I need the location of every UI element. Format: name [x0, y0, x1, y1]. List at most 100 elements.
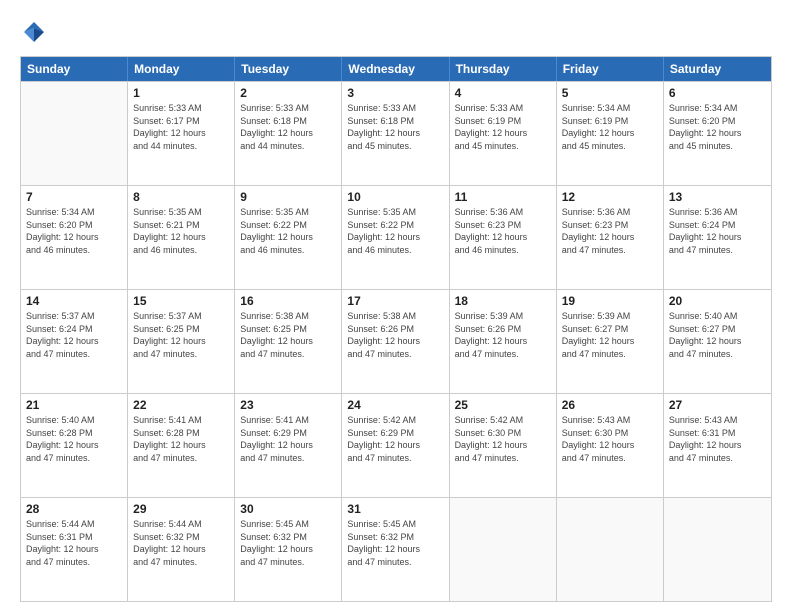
- day-number: 11: [455, 190, 551, 204]
- day-info: Sunrise: 5:43 AM Sunset: 6:30 PM Dayligh…: [562, 414, 658, 464]
- day-number: 21: [26, 398, 122, 412]
- day-number: 16: [240, 294, 336, 308]
- day-number: 27: [669, 398, 766, 412]
- day-number: 4: [455, 86, 551, 100]
- day-info: Sunrise: 5:40 AM Sunset: 6:28 PM Dayligh…: [26, 414, 122, 464]
- calendar-cell-0-5: 5 Sunrise: 5:34 AM Sunset: 6:19 PM Daylig…: [557, 82, 664, 185]
- calendar-cell-3-1: 22 Sunrise: 5:41 AM Sunset: 6:28 PM Dayli…: [128, 394, 235, 497]
- day-number: 9: [240, 190, 336, 204]
- calendar-cell-3-2: 23Sunrise: 5:41 AM Sunset: 6:29 PM Dayli…: [235, 394, 342, 497]
- calendar: SundayMondayTuesdayWednesdayThursdayFrid…: [20, 56, 772, 602]
- calendar-body: 1 Sunrise: 5:33 AM Sunset: 6:17 PM Daylig…: [21, 81, 771, 601]
- day-number: 22: [133, 398, 229, 412]
- calendar-cell-2-3: 17Sunrise: 5:38 AM Sunset: 6:26 PM Dayli…: [342, 290, 449, 393]
- calendar-cell-4-4: [450, 498, 557, 601]
- day-info: Sunrise: 5:37 AM Sunset: 6:25 PM Dayligh…: [133, 310, 229, 360]
- page: SundayMondayTuesdayWednesdayThursdayFrid…: [0, 0, 792, 612]
- day-info: Sunrise: 5:34 AM Sunset: 6:20 PM Dayligh…: [669, 102, 766, 152]
- day-number: 18: [455, 294, 551, 308]
- day-info: Sunrise: 5:40 AM Sunset: 6:27 PM Dayligh…: [669, 310, 766, 360]
- logo-icon: [20, 18, 48, 46]
- day-info: Sunrise: 5:34 AM Sunset: 6:20 PM Dayligh…: [26, 206, 122, 256]
- day-number: 2: [240, 86, 336, 100]
- day-number: 6: [669, 86, 766, 100]
- day-number: 25: [455, 398, 551, 412]
- calendar-row-4: 28 Sunrise: 5:44 AM Sunset: 6:31 PM Dayli…: [21, 497, 771, 601]
- day-info: Sunrise: 5:44 AM Sunset: 6:31 PM Dayligh…: [26, 518, 122, 568]
- header-day-thursday: Thursday: [450, 57, 557, 81]
- calendar-cell-1-4: 11 Sunrise: 5:36 AM Sunset: 6:23 PM Dayli…: [450, 186, 557, 289]
- day-number: 5: [562, 86, 658, 100]
- day-number: 8: [133, 190, 229, 204]
- header-day-tuesday: Tuesday: [235, 57, 342, 81]
- day-number: 14: [26, 294, 122, 308]
- day-info: Sunrise: 5:45 AM Sunset: 6:32 PM Dayligh…: [347, 518, 443, 568]
- day-number: 30: [240, 502, 336, 516]
- day-info: Sunrise: 5:44 AM Sunset: 6:32 PM Dayligh…: [133, 518, 229, 568]
- calendar-cell-1-6: 13 Sunrise: 5:36 AM Sunset: 6:24 PM Dayli…: [664, 186, 771, 289]
- logo: [20, 18, 52, 46]
- calendar-cell-4-3: 31 Sunrise: 5:45 AM Sunset: 6:32 PM Dayli…: [342, 498, 449, 601]
- day-info: Sunrise: 5:39 AM Sunset: 6:27 PM Dayligh…: [562, 310, 658, 360]
- calendar-cell-1-5: 12Sunrise: 5:36 AM Sunset: 6:23 PM Dayli…: [557, 186, 664, 289]
- day-number: 3: [347, 86, 443, 100]
- day-number: 19: [562, 294, 658, 308]
- calendar-cell-1-1: 8 Sunrise: 5:35 AM Sunset: 6:21 PM Daylig…: [128, 186, 235, 289]
- day-info: Sunrise: 5:36 AM Sunset: 6:23 PM Dayligh…: [455, 206, 551, 256]
- calendar-cell-1-0: 7 Sunrise: 5:34 AM Sunset: 6:20 PM Daylig…: [21, 186, 128, 289]
- day-number: 15: [133, 294, 229, 308]
- calendar-cell-3-5: 26 Sunrise: 5:43 AM Sunset: 6:30 PM Dayli…: [557, 394, 664, 497]
- calendar-cell-1-3: 10Sunrise: 5:35 AM Sunset: 6:22 PM Dayli…: [342, 186, 449, 289]
- calendar-cell-0-3: 3 Sunrise: 5:33 AM Sunset: 6:18 PM Daylig…: [342, 82, 449, 185]
- day-info: Sunrise: 5:34 AM Sunset: 6:19 PM Dayligh…: [562, 102, 658, 152]
- calendar-cell-2-5: 19 Sunrise: 5:39 AM Sunset: 6:27 PM Dayli…: [557, 290, 664, 393]
- day-number: 13: [669, 190, 766, 204]
- day-info: Sunrise: 5:33 AM Sunset: 6:19 PM Dayligh…: [455, 102, 551, 152]
- day-info: Sunrise: 5:37 AM Sunset: 6:24 PM Dayligh…: [26, 310, 122, 360]
- day-info: Sunrise: 5:33 AM Sunset: 6:17 PM Dayligh…: [133, 102, 229, 152]
- calendar-cell-0-1: 1 Sunrise: 5:33 AM Sunset: 6:17 PM Daylig…: [128, 82, 235, 185]
- calendar-cell-4-6: [664, 498, 771, 601]
- header-day-monday: Monday: [128, 57, 235, 81]
- calendar-cell-2-2: 16Sunrise: 5:38 AM Sunset: 6:25 PM Dayli…: [235, 290, 342, 393]
- day-info: Sunrise: 5:39 AM Sunset: 6:26 PM Dayligh…: [455, 310, 551, 360]
- day-number: 31: [347, 502, 443, 516]
- header-day-saturday: Saturday: [664, 57, 771, 81]
- calendar-cell-4-2: 30 Sunrise: 5:45 AM Sunset: 6:32 PM Dayli…: [235, 498, 342, 601]
- day-info: Sunrise: 5:33 AM Sunset: 6:18 PM Dayligh…: [240, 102, 336, 152]
- day-number: 10: [347, 190, 443, 204]
- day-number: 24: [347, 398, 443, 412]
- calendar-cell-0-0: [21, 82, 128, 185]
- calendar-cell-3-6: 27Sunrise: 5:43 AM Sunset: 6:31 PM Dayli…: [664, 394, 771, 497]
- day-number: 23: [240, 398, 336, 412]
- day-number: 7: [26, 190, 122, 204]
- day-info: Sunrise: 5:36 AM Sunset: 6:23 PM Dayligh…: [562, 206, 658, 256]
- day-number: 28: [26, 502, 122, 516]
- calendar-cell-0-2: 2 Sunrise: 5:33 AM Sunset: 6:18 PM Daylig…: [235, 82, 342, 185]
- day-info: Sunrise: 5:35 AM Sunset: 6:21 PM Dayligh…: [133, 206, 229, 256]
- calendar-header: SundayMondayTuesdayWednesdayThursdayFrid…: [21, 57, 771, 81]
- day-number: 20: [669, 294, 766, 308]
- day-number: 29: [133, 502, 229, 516]
- day-info: Sunrise: 5:33 AM Sunset: 6:18 PM Dayligh…: [347, 102, 443, 152]
- calendar-row-0: 1 Sunrise: 5:33 AM Sunset: 6:17 PM Daylig…: [21, 81, 771, 185]
- calendar-cell-3-0: 21 Sunrise: 5:40 AM Sunset: 6:28 PM Dayli…: [21, 394, 128, 497]
- calendar-cell-4-5: [557, 498, 664, 601]
- header-day-wednesday: Wednesday: [342, 57, 449, 81]
- day-number: 26: [562, 398, 658, 412]
- calendar-cell-1-2: 9Sunrise: 5:35 AM Sunset: 6:22 PM Daylig…: [235, 186, 342, 289]
- calendar-cell-0-6: 6 Sunrise: 5:34 AM Sunset: 6:20 PM Daylig…: [664, 82, 771, 185]
- day-info: Sunrise: 5:45 AM Sunset: 6:32 PM Dayligh…: [240, 518, 336, 568]
- day-info: Sunrise: 5:41 AM Sunset: 6:28 PM Dayligh…: [133, 414, 229, 464]
- header-day-friday: Friday: [557, 57, 664, 81]
- calendar-cell-2-1: 15 Sunrise: 5:37 AM Sunset: 6:25 PM Dayli…: [128, 290, 235, 393]
- day-info: Sunrise: 5:36 AM Sunset: 6:24 PM Dayligh…: [669, 206, 766, 256]
- day-info: Sunrise: 5:38 AM Sunset: 6:26 PM Dayligh…: [347, 310, 443, 360]
- calendar-row-2: 14 Sunrise: 5:37 AM Sunset: 6:24 PM Dayli…: [21, 289, 771, 393]
- header-day-sunday: Sunday: [21, 57, 128, 81]
- calendar-cell-2-0: 14 Sunrise: 5:37 AM Sunset: 6:24 PM Dayli…: [21, 290, 128, 393]
- calendar-row-1: 7 Sunrise: 5:34 AM Sunset: 6:20 PM Daylig…: [21, 185, 771, 289]
- calendar-cell-3-4: 25Sunrise: 5:42 AM Sunset: 6:30 PM Dayli…: [450, 394, 557, 497]
- day-number: 1: [133, 86, 229, 100]
- calendar-cell-3-3: 24Sunrise: 5:42 AM Sunset: 6:29 PM Dayli…: [342, 394, 449, 497]
